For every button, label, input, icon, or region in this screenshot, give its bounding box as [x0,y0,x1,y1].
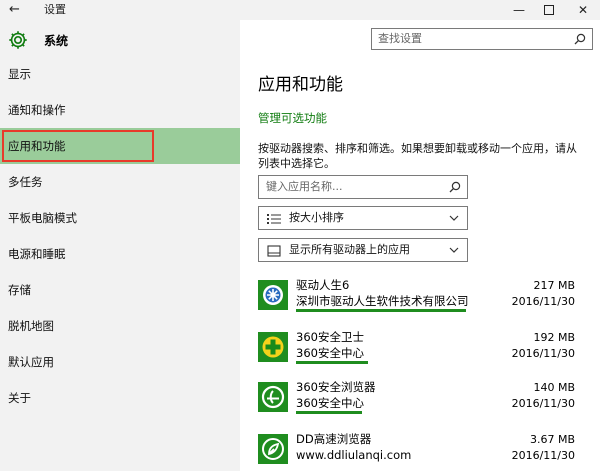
sidebar-item-label: 脱机地图 [8,319,54,333]
app-list-item-360-browser[interactable]: 360安全浏览器 360安全中心 140 MB 2016/11/30 [258,380,580,420]
annotation-underline [296,411,362,414]
maximize-icon[interactable] [532,0,566,20]
sidebar-item-label: 电源和睡眠 [8,247,66,261]
back-arrow-icon[interactable]: ← [9,2,25,18]
gear-icon [9,31,27,49]
sort-selected-value: 按大小排序 [289,211,344,224]
sidebar-item-apps-features[interactable]: 应用和功能 [0,128,240,164]
app-search-placeholder: 键入应用名称... [266,180,343,193]
annotation-underline [296,309,466,312]
app-list-item-360-safe[interactable]: 360安全卫士 360安全中心 192 MB 2016/11/30 [258,330,580,370]
drive-filter-selected-value: 显示所有驱动器上的应用 [289,243,410,256]
sidebar-item-about[interactable]: 关于 [0,380,240,416]
search-icon[interactable] [574,33,586,45]
chevron-down-icon [449,247,459,253]
sidebar-item-display[interactable]: 显示 [0,56,240,92]
app-publisher: 360安全中心 [296,396,364,410]
window-title: 设置 [44,3,66,16]
sidebar-item-label: 平板电脑模式 [8,211,77,225]
app-date: 2016/11/30 [511,449,575,462]
leaf-app-icon [258,434,288,464]
sidebar-item-label: 显示 [8,67,31,81]
manage-optional-features-link[interactable]: 管理可选功能 [258,110,327,126]
sidebar-item-multitasking[interactable]: 多任务 [0,164,240,200]
close-icon[interactable]: ✕ [566,0,600,20]
sidebar-item-tablet-mode[interactable]: 平板电脑模式 [0,200,240,236]
search-icon[interactable] [449,181,461,193]
app-name: 360安全卫士 [296,330,364,344]
sidebar-item-label: 存储 [8,283,31,297]
sort-dropdown[interactable]: 按大小排序 [258,206,468,230]
browser-app-icon [258,382,288,412]
sidebar-item-label: 通知和操作 [8,103,66,117]
settings-search-input[interactable]: 查找设置 [371,28,593,50]
sidebar-item-offline-maps[interactable]: 脱机地图 [0,308,240,344]
app-publisher: 360安全中心 [296,346,364,360]
app-size: 140 MB [533,381,575,394]
page-title: 应用和功能 [258,75,343,95]
app-name: 驱动人生6 [296,278,350,292]
chevron-down-icon [449,215,459,221]
description-text: 按驱动器搜索、排序和筛选。如果想要卸载或移动一个应用，请从列表中选择它。 [258,142,577,170]
drive-icon [267,245,281,257]
sidebar-item-label: 多任务 [8,175,43,189]
minimize-icon[interactable]: — [502,0,536,20]
annotation-underline [296,361,368,364]
sidebar-item-power-sleep[interactable]: 电源和睡眠 [0,236,240,272]
app-size: 217 MB [533,279,575,292]
sidebar-item-storage[interactable]: 存储 [0,272,240,308]
search-placeholder: 查找设置 [378,32,422,45]
app-list-item-driver-life[interactable]: 驱动人生6 深圳市驱动人生软件技术有限公司 217 MB 2016/11/30 [258,278,580,318]
app-publisher: 深圳市驱动人生软件技术有限公司 [296,294,469,308]
title-bar: ← 设置 — ✕ [0,0,600,20]
app-list-item-dd-browser[interactable]: DD高速浏览器 www.ddliulanqi.com 3.67 MB 2016/… [258,432,580,471]
gear-app-icon [258,280,288,310]
app-date: 2016/11/30 [511,295,575,308]
sidebar-item-label: 默认应用 [8,355,54,369]
app-size: 3.67 MB [529,433,575,446]
sidebar: 系统 显示 通知和操作 应用和功能 多任务 平板电脑模式 电源和睡眠 存储 脱机… [0,20,240,471]
app-name: 360安全浏览器 [296,380,376,394]
selection-highlight-box [2,130,154,162]
drive-filter-dropdown[interactable]: 显示所有驱动器上的应用 [258,238,468,262]
sidebar-item-label: 关于 [8,391,31,405]
sort-list-icon [267,214,281,224]
app-search-input[interactable]: 键入应用名称... [258,175,468,199]
app-name: DD高速浏览器 [296,432,372,446]
app-publisher: www.ddliulanqi.com [296,448,412,462]
app-date: 2016/11/30 [511,397,575,410]
sidebar-title: 系统 [44,34,69,48]
sidebar-item-notifications[interactable]: 通知和操作 [0,92,240,128]
sidebar-item-default-apps[interactable]: 默认应用 [0,344,240,380]
app-size: 192 MB [533,331,575,344]
app-date: 2016/11/30 [511,347,575,360]
plus-app-icon [258,332,288,362]
